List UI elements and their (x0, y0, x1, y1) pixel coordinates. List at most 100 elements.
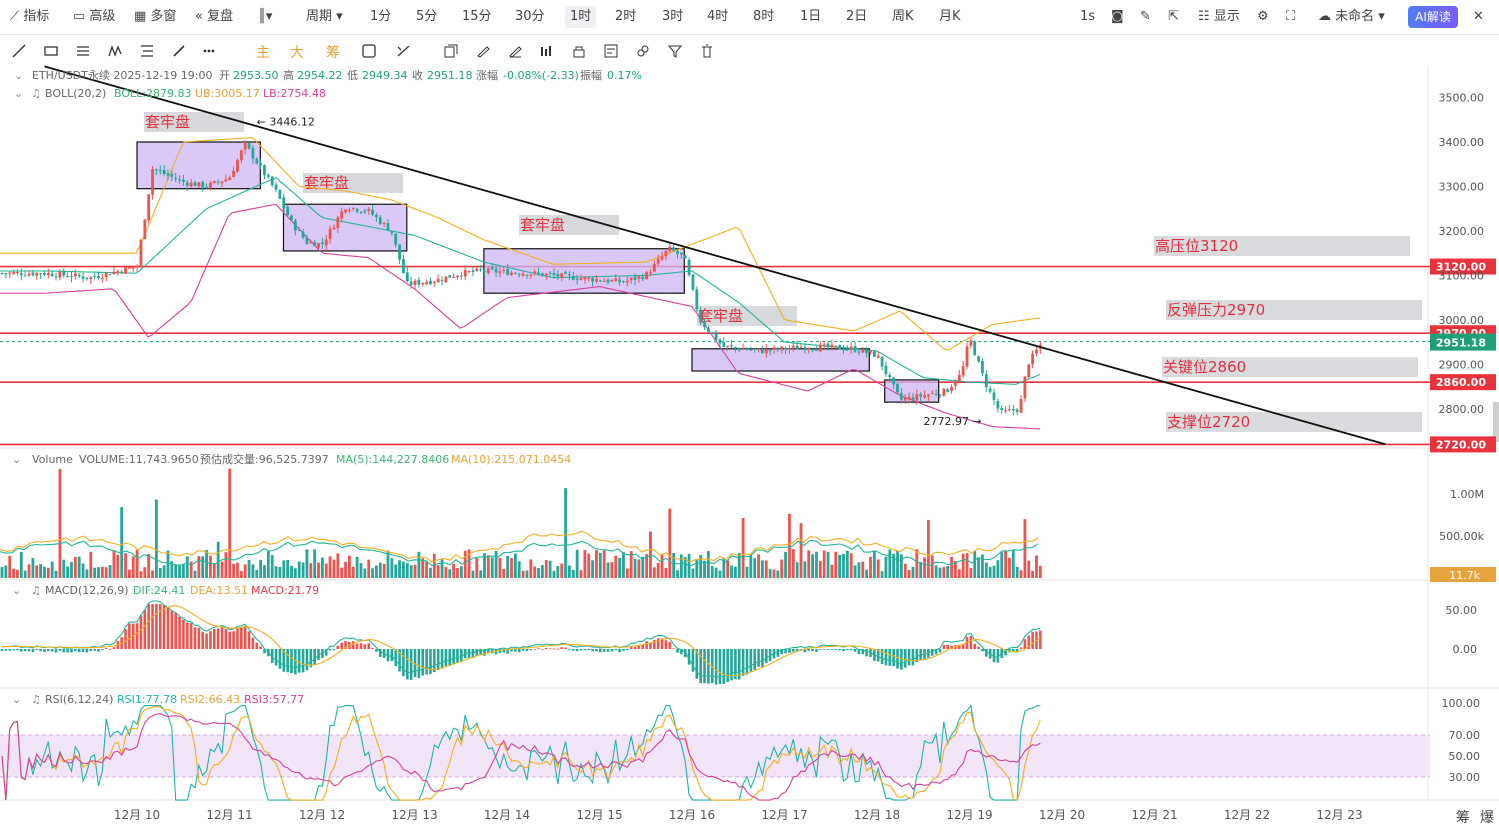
candle-body (35, 272, 39, 276)
vol-tick-label: 1.00M (1450, 488, 1484, 501)
macd-histogram-bar (201, 631, 205, 649)
date-tick-label: 12月 12 (299, 808, 345, 822)
volume-bar (583, 550, 587, 578)
candle-body (815, 349, 818, 351)
candle-body (70, 276, 73, 278)
macd-histogram-bar (537, 648, 540, 650)
volume-bar (46, 567, 50, 578)
volume-bar (70, 561, 73, 578)
price-tick-label: 3100.00 (1439, 269, 1485, 282)
macd-histogram-bar (761, 649, 764, 668)
volume-bar (31, 558, 35, 578)
volume-bar (0, 567, 4, 578)
candle-body (564, 271, 567, 274)
chart[interactable]: 高压位31203120.00反弹压力29702970.00关键位28602860… (0, 0, 1499, 829)
bell-icon[interactable]: ♫ (31, 87, 41, 100)
macd-value: MACD:21.79 (251, 584, 319, 597)
candle-body (494, 268, 498, 273)
macd-histogram-bar (406, 649, 409, 680)
macd-histogram-bar (946, 644, 949, 649)
candle-body (324, 239, 328, 246)
collapse-icon[interactable]: ⌄ (12, 584, 21, 597)
candle-body (842, 348, 845, 351)
date-tick-label: 12月 20 (1039, 808, 1085, 822)
volume-bar (703, 560, 706, 578)
macd-histogram-bar (371, 647, 374, 649)
volume-bar (147, 553, 151, 578)
volume-bar (784, 551, 787, 578)
candle-body (753, 348, 757, 350)
candle-body (328, 228, 332, 239)
candle-body (313, 242, 317, 247)
candle-body (776, 348, 780, 350)
candle-body (19, 273, 23, 276)
candle-body (649, 272, 652, 274)
macd-histogram-bar (448, 649, 452, 666)
volume-bar (957, 569, 961, 578)
candle-body (490, 267, 494, 270)
candle-body (320, 242, 324, 245)
candle-body (768, 350, 772, 352)
candle-body (162, 169, 166, 175)
rsi-band (0, 735, 1430, 777)
macd-histogram-bar (47, 649, 50, 652)
candle-body (355, 208, 359, 212)
macd-histogram-bar (74, 649, 77, 652)
bell-icon[interactable]: ♫ (31, 584, 41, 597)
collapse-icon[interactable]: ⌄ (12, 693, 21, 706)
candle-body (826, 343, 830, 348)
candle-body (58, 271, 62, 278)
macd-histogram-bar (521, 649, 525, 651)
volume-bar (726, 560, 730, 578)
macd-histogram-bar (97, 649, 100, 652)
candle-body (602, 280, 606, 282)
candle-body (170, 174, 174, 177)
volume-bar (552, 571, 556, 578)
candle-body (236, 160, 239, 172)
volume-bar (942, 566, 946, 578)
collapse-icon[interactable]: ⌄ (12, 453, 21, 466)
volume-bar (730, 565, 733, 578)
volume-bar (116, 554, 120, 578)
candle-body (498, 271, 502, 274)
candle-body (1004, 410, 1007, 412)
volume-bar (336, 553, 340, 578)
volume-bar (1011, 550, 1015, 578)
volume-bar (77, 556, 81, 578)
rsi-tick-label: 70.00 (1449, 729, 1481, 742)
volume-bar (575, 549, 579, 578)
volume-legend: ⌄ Volume VOLUME:11,743.9650 预估成交量:96,525… (12, 452, 571, 466)
macd-histogram-bar (259, 646, 262, 649)
collapse-icon[interactable]: ⌄ (14, 87, 23, 100)
candle-body (467, 271, 471, 273)
volume-bar (919, 562, 923, 578)
macd-histogram-bar (27, 649, 31, 652)
candle-body (622, 281, 625, 283)
candle-body (108, 274, 112, 276)
candle-body (448, 275, 452, 278)
volume-bar (533, 566, 537, 578)
candle-body (1000, 408, 1004, 411)
volume-bar (761, 560, 764, 578)
bell-icon[interactable]: ♫ (31, 693, 41, 706)
volume-bar (178, 564, 181, 578)
volume-bar (8, 555, 12, 578)
svg-text:涨幅: 涨幅 (476, 69, 498, 82)
volume-bar (139, 571, 143, 578)
volume-bar (375, 565, 378, 578)
volume-bar (861, 561, 865, 578)
zones: 套牢盘套牢盘套牢盘套牢盘 (136, 112, 940, 403)
macd-histogram-bar (930, 649, 934, 656)
volume-bar (571, 569, 575, 578)
candle-body (1031, 353, 1035, 365)
candle-body (591, 278, 594, 282)
macd-histogram-bar (745, 649, 749, 675)
date-tick-label: 12月 11 (206, 808, 252, 822)
macd-histogram-bar (977, 646, 980, 649)
volume-bar (158, 567, 162, 578)
candle-body (27, 273, 31, 276)
macd-histogram-bar (726, 649, 729, 682)
collapse-icon[interactable]: ⌄ (14, 69, 23, 82)
volume-bar (965, 553, 969, 578)
candle-body (66, 276, 70, 278)
